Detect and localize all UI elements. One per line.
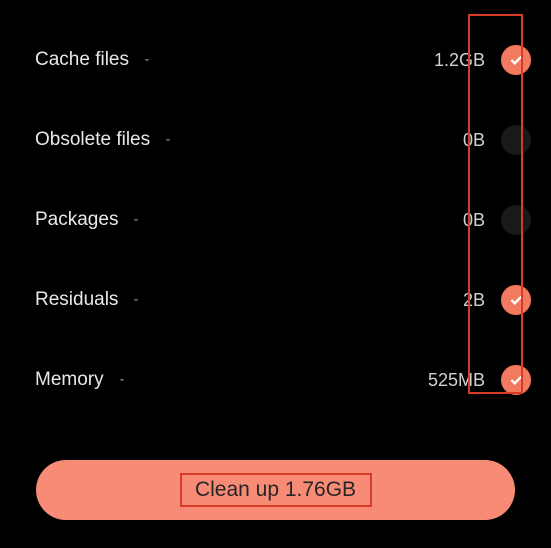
chevron-down-icon <box>130 214 142 226</box>
row-label: Cache files <box>35 49 129 71</box>
checkbox-packages[interactable] <box>501 205 531 235</box>
row-label: Packages <box>35 209 118 231</box>
checkbox-obsolete-files[interactable] <box>501 125 531 155</box>
clean-up-button[interactable]: Clean up 1.76GB <box>36 460 515 520</box>
row-size: 525MB <box>428 370 485 391</box>
chevron-down-icon <box>162 134 174 146</box>
checkbox-cache-files[interactable] <box>501 45 531 75</box>
row-size: 0B <box>463 210 485 231</box>
row-size: 2B <box>463 290 485 311</box>
chevron-down-icon <box>116 374 128 386</box>
cleanup-list: Cache files 1.2GB Obsolete files 0B Pack… <box>0 0 551 420</box>
checkbox-memory[interactable] <box>501 365 531 395</box>
row-cache-files[interactable]: Cache files 1.2GB <box>35 20 531 100</box>
row-packages[interactable]: Packages 0B <box>35 180 531 260</box>
chevron-down-icon <box>141 54 153 66</box>
chevron-down-icon <box>130 294 142 306</box>
row-label: Residuals <box>35 289 118 311</box>
clean-button-container: Clean up 1.76GB <box>36 460 515 520</box>
row-label: Memory <box>35 369 104 391</box>
row-size: 0B <box>463 130 485 151</box>
row-label: Obsolete files <box>35 129 150 151</box>
row-size: 1.2GB <box>434 50 485 71</box>
checkbox-residuals[interactable] <box>501 285 531 315</box>
row-memory[interactable]: Memory 525MB <box>35 340 531 420</box>
row-obsolete-files[interactable]: Obsolete files 0B <box>35 100 531 180</box>
clean-up-button-label: Clean up 1.76GB <box>195 478 356 502</box>
row-residuals[interactable]: Residuals 2B <box>35 260 531 340</box>
